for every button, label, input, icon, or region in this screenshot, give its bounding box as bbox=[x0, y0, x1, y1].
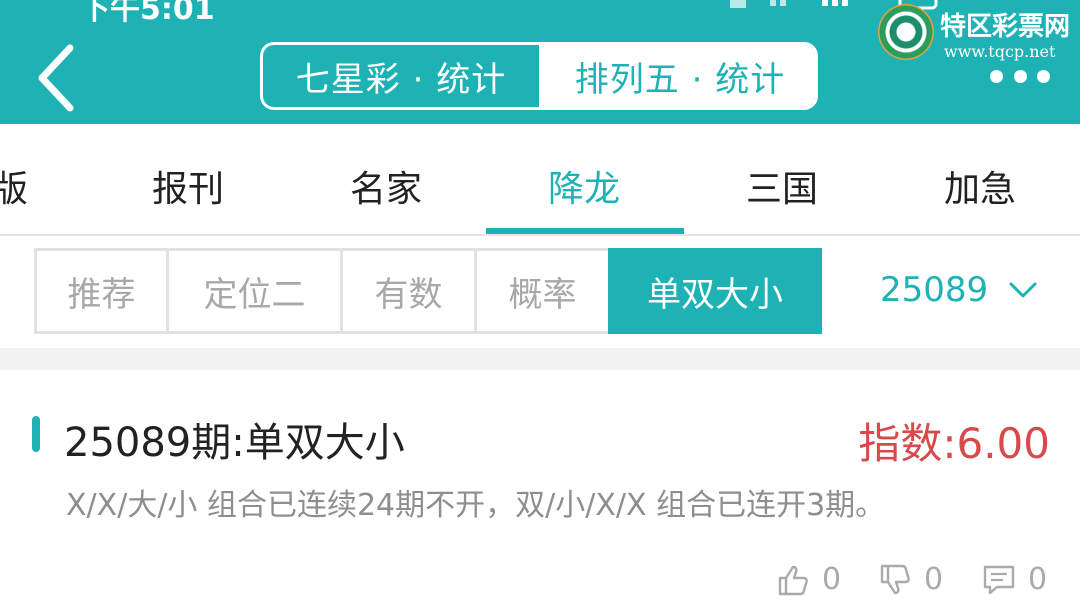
tab-sanguo[interactable]: 三国 bbox=[746, 160, 818, 212]
chevron-down-icon bbox=[1009, 282, 1037, 298]
tab-baokan[interactable]: 报刊 bbox=[152, 160, 224, 212]
like-count: 0 bbox=[822, 562, 842, 597]
comment-button[interactable]: 0 bbox=[982, 562, 1047, 597]
filter-gailv[interactable]: 概率 bbox=[474, 248, 611, 334]
segment-pailiewu[interactable]: 排列五 · 统计 bbox=[539, 45, 815, 107]
tab-ban[interactable]: 版 bbox=[0, 160, 28, 212]
comment-count: 0 bbox=[1028, 562, 1048, 597]
comment-icon bbox=[983, 565, 1015, 594]
watermark-logo: 特区彩票网 www.tqcp.net bbox=[878, 4, 1078, 64]
filter-youshu[interactable]: 有数 bbox=[340, 248, 477, 334]
tab-jianglong[interactable]: 降龙 bbox=[548, 160, 620, 212]
status-time: 下午5:01 bbox=[80, 0, 215, 27]
card-actions: 0 0 0 bbox=[0, 562, 1080, 602]
active-tab-indicator bbox=[486, 228, 684, 234]
card-description: X/X/大/小 组合已连续24期不开，双/小/X/X 组合已连开3期。 bbox=[66, 488, 886, 523]
logo-swirl-icon bbox=[878, 4, 934, 60]
card-title: 25089期:单双大小 bbox=[64, 420, 405, 466]
top-app-bar: 下午5:01 七星彩 · 统计 排列五 · 统计 特区彩票网 www.tqcp.… bbox=[0, 0, 1080, 124]
lottery-switcher: 七星彩 · 统计 排列五 · 统计 bbox=[260, 42, 818, 110]
tab-jiaji[interactable]: 加急 bbox=[944, 160, 1016, 212]
title-marker bbox=[32, 416, 40, 452]
tab-mingjia[interactable]: 名家 bbox=[350, 160, 422, 212]
watermark-name: 特区彩票网 bbox=[940, 12, 1071, 42]
index-value: 指数:6.00 bbox=[858, 419, 1050, 468]
issue-select-value: 25089 bbox=[880, 270, 989, 310]
issue-select[interactable]: 25089 bbox=[880, 270, 1038, 310]
thumbs-up-icon bbox=[778, 565, 808, 595]
filter-group: 推荐 定位二 有数 概率 单双大小 bbox=[34, 248, 822, 334]
segment-qixingcai[interactable]: 七星彩 · 统计 bbox=[263, 45, 539, 107]
stat-card[interactable]: 25089期:单双大小 指数:6.00 X/X/大/小 组合已连续24期不开，双… bbox=[0, 370, 1080, 608]
more-icon[interactable] bbox=[990, 66, 1050, 86]
back-icon[interactable] bbox=[30, 38, 90, 118]
like-button[interactable]: 0 bbox=[776, 562, 841, 597]
dislike-button[interactable]: 0 bbox=[878, 562, 943, 597]
dislike-count: 0 bbox=[924, 562, 944, 597]
thumbs-down-icon bbox=[880, 564, 910, 594]
section-divider bbox=[0, 348, 1080, 370]
watermark-url: www.tqcp.net bbox=[944, 42, 1056, 61]
filter-dingweier[interactable]: 定位二 bbox=[166, 248, 343, 334]
category-tabs: 版 报刊 名家 降龙 三国 加急 bbox=[0, 124, 1080, 236]
filter-danshuangdaxiao[interactable]: 单双大小 bbox=[608, 248, 822, 334]
filter-tuijian[interactable]: 推荐 bbox=[34, 248, 169, 334]
